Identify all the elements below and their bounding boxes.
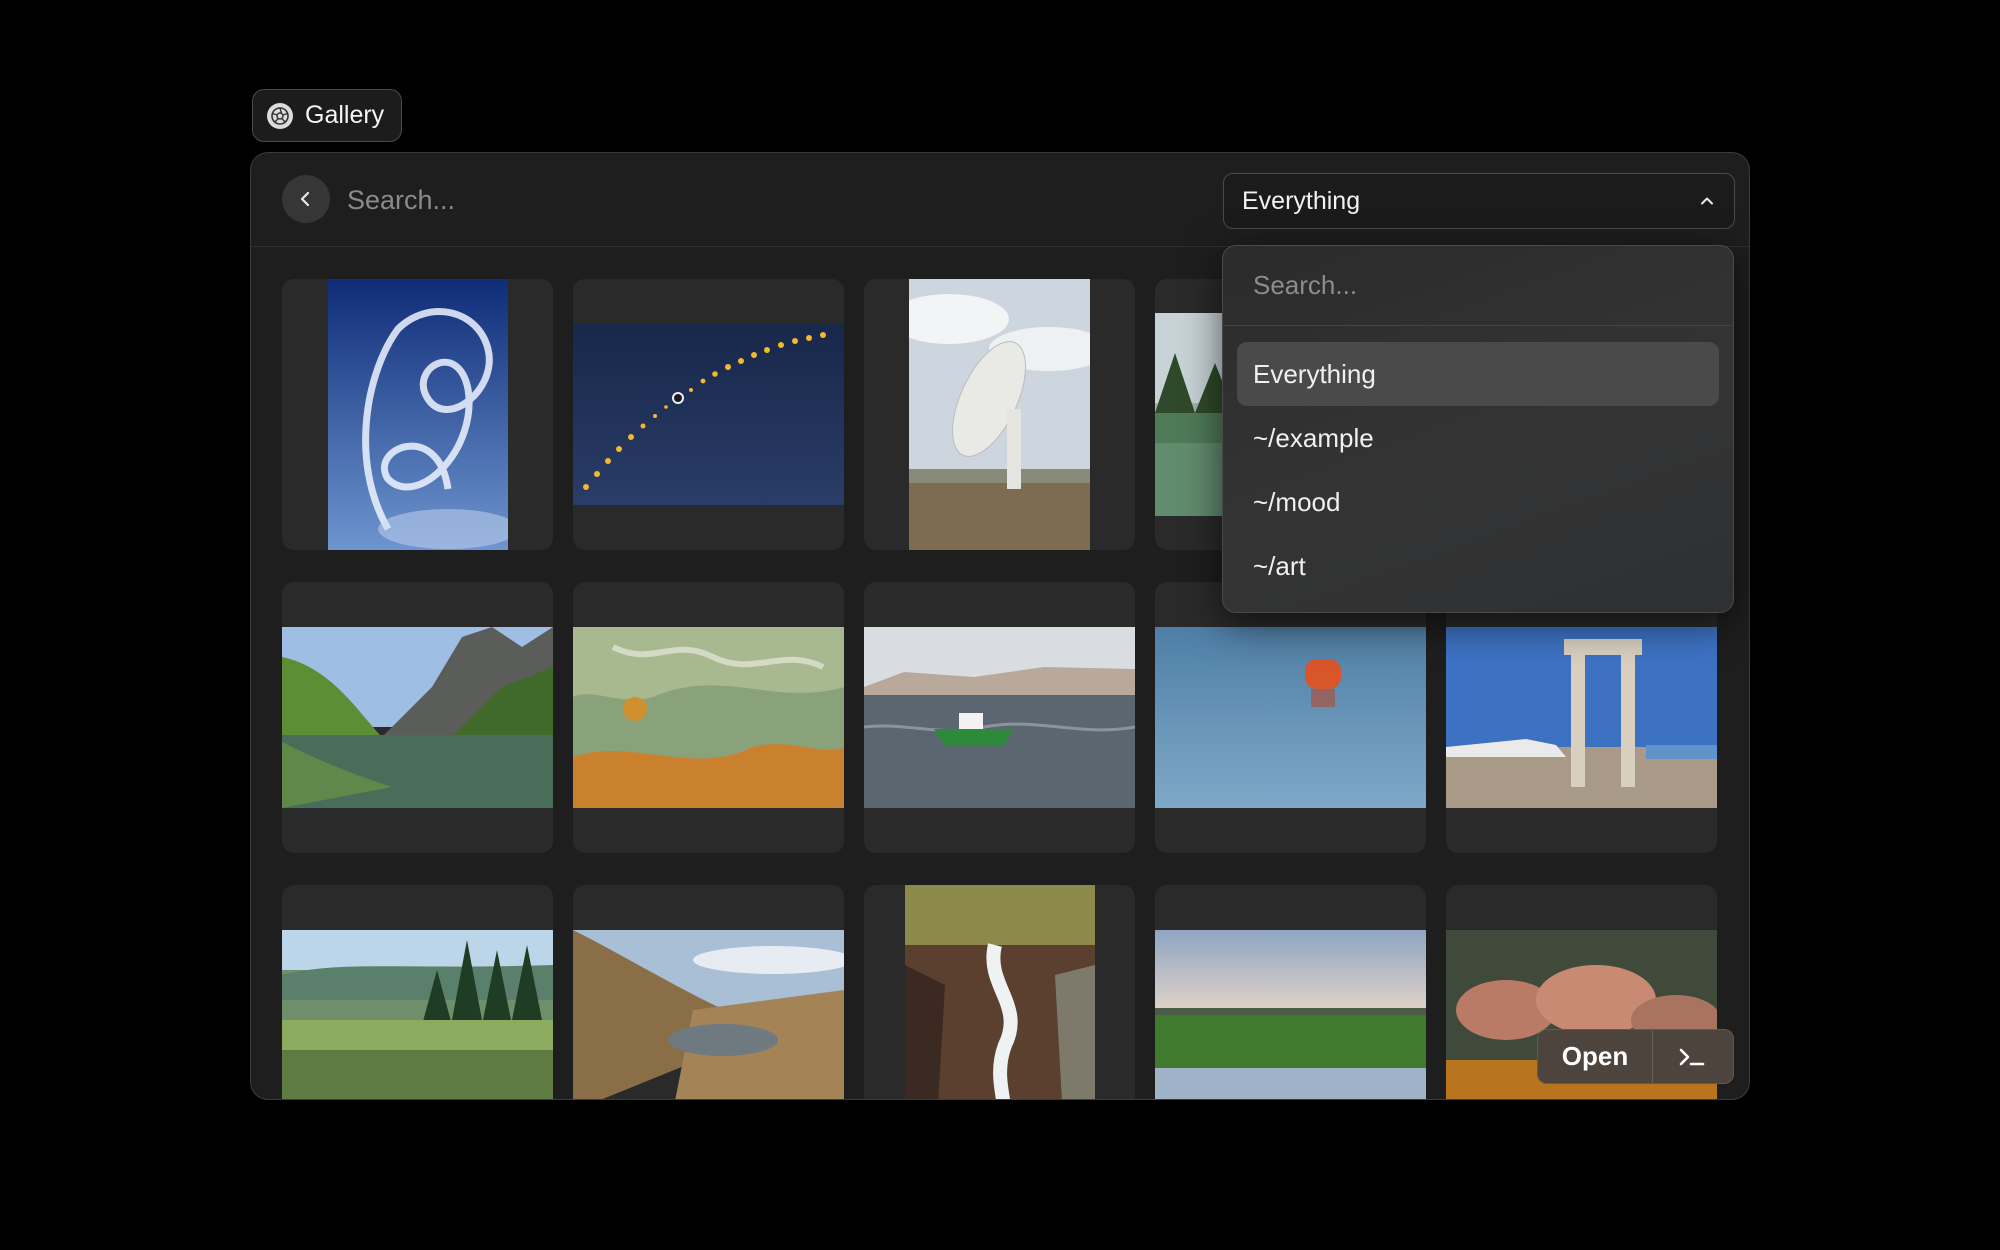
grid-tile[interactable] — [1155, 582, 1426, 853]
dropdown-search-input[interactable] — [1223, 246, 1733, 326]
scope-select[interactable]: Everything — [1223, 173, 1735, 229]
search-input[interactable] — [345, 175, 949, 225]
fishing-boat-sea-photo — [864, 627, 1135, 808]
pine-forest-lake-photo — [282, 930, 553, 1099]
dropdown-option-mood[interactable]: ~/mood — [1237, 470, 1719, 534]
mountain-lake-valley-photo — [282, 627, 553, 808]
dropdown-options: Everything ~/example ~/mood ~/art — [1237, 342, 1719, 598]
solar-eclipse-sequence-photo — [573, 324, 844, 505]
alpine-pond-hills-photo — [573, 930, 844, 1099]
green-rock-texture-photo — [573, 627, 844, 808]
grid-tile[interactable] — [573, 279, 844, 550]
terminal-button[interactable] — [1653, 1030, 1733, 1083]
open-button[interactable]: Open — [1538, 1030, 1653, 1083]
grid-tile[interactable] — [282, 279, 553, 550]
grid-tile[interactable] — [1446, 582, 1717, 853]
chevron-left-icon — [300, 191, 310, 207]
gallery-app-tab[interactable]: Gallery — [252, 89, 402, 142]
grid-tile[interactable] — [573, 582, 844, 853]
back-button[interactable] — [282, 175, 330, 223]
aperture-icon — [267, 102, 293, 129]
skywriting-loops-photo — [327, 279, 508, 550]
chevron-up-icon — [1701, 197, 1713, 205]
grid-tile[interactable] — [864, 582, 1135, 853]
action-bar: Open — [1537, 1029, 1734, 1084]
grid-tile[interactable] — [282, 885, 553, 1099]
dropdown-option-everything[interactable]: Everything — [1237, 342, 1719, 406]
radio-telescope-dish-photo — [909, 279, 1090, 550]
dropdown-option-art[interactable]: ~/art — [1237, 534, 1719, 598]
stone-portal-island-photo — [1446, 627, 1717, 808]
app-title: Gallery — [305, 101, 385, 129]
grid-tile[interactable] — [282, 582, 553, 853]
toolbar: Everything — [251, 153, 1749, 247]
waterfall-rocks-photo — [904, 885, 1095, 1099]
grid-tile[interactable] — [864, 279, 1135, 550]
scope-dropdown: Everything ~/example ~/mood ~/art — [1222, 245, 1734, 613]
scope-select-value: Everything — [1242, 186, 1361, 215]
dropdown-option-example[interactable]: ~/example — [1237, 406, 1719, 470]
grid-tile[interactable] — [573, 885, 844, 1099]
grid-tile[interactable] — [1155, 885, 1426, 1099]
marsh-field-dusk-photo — [1155, 930, 1426, 1099]
grid-tile[interactable] — [864, 885, 1135, 1099]
terminal-icon — [1679, 1048, 1705, 1065]
red-buoy-water-photo — [1155, 627, 1426, 808]
